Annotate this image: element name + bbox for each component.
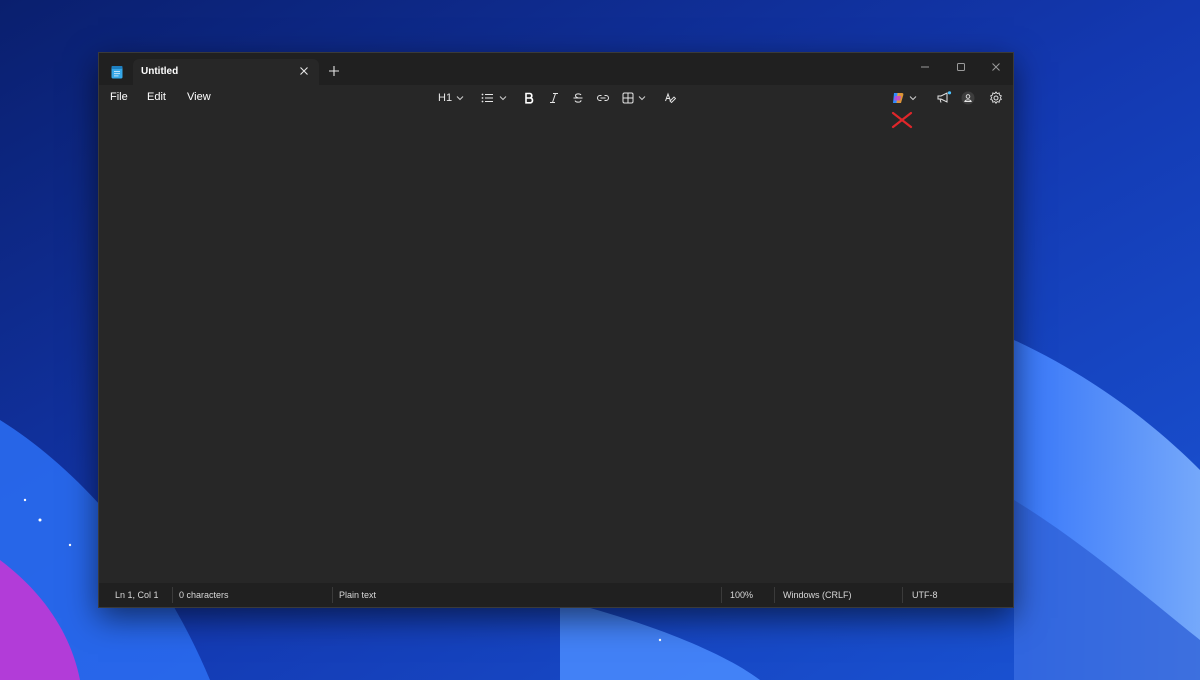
tab-untitled[interactable]: Untitled [133,59,319,85]
italic-button[interactable] [548,89,560,107]
close-button[interactable] [979,57,1013,77]
menu-edit[interactable]: Edit [147,91,166,103]
bold-icon [525,92,534,104]
account-icon [961,91,975,105]
tab-close-icon[interactable] [297,64,311,78]
close-icon [992,63,1000,71]
heading-label: H1 [438,92,453,104]
link-icon [597,95,609,101]
zoom-level[interactable]: 100% [730,590,753,600]
list-icon [481,93,493,103]
chevron-down-icon [499,96,507,101]
maximize-icon [957,63,965,71]
chevron-down-icon [638,96,646,101]
line-ending[interactable]: Windows (CRLF) [783,590,852,600]
strikethrough-icon [573,93,583,103]
copilot-icon [893,93,904,103]
maximize-button[interactable] [944,57,978,77]
text-format[interactable]: Plain text [339,590,376,600]
menu-file[interactable]: File [110,91,128,103]
annotation-cross-mark [891,111,913,129]
announcements-button[interactable] [936,89,952,107]
encoding[interactable]: UTF-8 [912,590,938,600]
tab-title: Untitled [141,66,179,77]
heading-dropdown[interactable]: H1 [438,89,464,107]
clear-formatting-button[interactable] [664,89,677,107]
minimize-button[interactable] [908,57,942,77]
clear-formatting-icon [665,92,677,104]
table-icon [622,92,634,104]
announcement-icon [937,91,952,103]
menu-view[interactable]: View [187,91,211,103]
account-button[interactable] [961,89,975,107]
notepad-window: Untitled File Edit View H1 Ln 1, Col 1 0… [98,52,1014,608]
text-editor-area[interactable] [99,111,1013,583]
italic-icon [550,93,558,103]
menu-bar: File Edit View H1 [99,85,1013,111]
link-button[interactable] [596,89,610,107]
character-count: 0 characters [179,590,229,600]
chevron-down-icon [456,96,464,101]
notepad-icon [111,66,123,79]
table-dropdown[interactable] [622,89,646,107]
chevron-down-icon [909,96,917,101]
minimize-icon [921,66,929,68]
strikethrough-button[interactable] [572,89,584,107]
cursor-position: Ln 1, Col 1 [115,590,159,600]
settings-button[interactable] [989,89,1003,107]
add-tab-icon[interactable] [327,64,341,78]
list-dropdown[interactable] [481,89,507,107]
copilot-dropdown[interactable] [891,89,917,107]
bold-button[interactable] [523,89,535,107]
title-bar: Untitled [99,53,1013,85]
status-bar: Ln 1, Col 1 0 characters Plain text 100%… [99,583,1013,607]
gear-icon [990,91,1002,104]
